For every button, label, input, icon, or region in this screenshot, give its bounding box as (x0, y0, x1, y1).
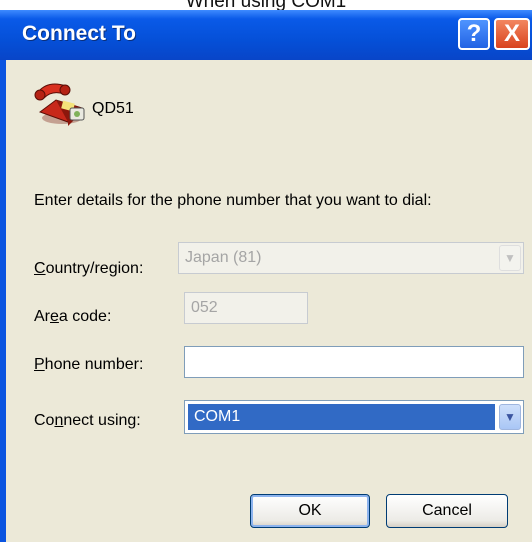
country-region-select[interactable]: Japan (81) ▼ (178, 242, 524, 274)
area-code-label-pre: Ar (34, 308, 50, 325)
connect-using-label-post: nect using: (63, 412, 141, 429)
chevron-down-icon[interactable]: ▼ (499, 404, 521, 430)
connect-using-value: COM1 (188, 404, 495, 430)
country-label-rest: ountry/region: (45, 260, 144, 277)
connect-to-dialog: Connect To ? X QD51 Enter details for th… (0, 10, 532, 542)
country-region-value: Japan (81) (185, 249, 262, 266)
title-bar[interactable]: Connect To ? X (0, 10, 532, 60)
phone-number-label: Phone number: (34, 356, 143, 374)
connect-using-select[interactable]: COM1 ▼ (184, 400, 524, 434)
area-code-label-post: a code: (58, 308, 112, 325)
close-button[interactable]: X (494, 18, 530, 50)
screenshot-caption: When using COM1 (0, 0, 532, 10)
country-hotkey: C (34, 260, 46, 277)
phone-number-hotkey: P (34, 356, 45, 373)
instruction-text: Enter details for the phone number that … (34, 192, 432, 209)
phone-number-input[interactable] (184, 346, 524, 378)
area-code-hotkey: e (50, 308, 59, 325)
help-button[interactable]: ? (458, 18, 490, 50)
help-icon: ? (466, 20, 482, 47)
connect-using-label: Connect using: (34, 412, 141, 430)
window-title: Connect To (22, 22, 136, 45)
cancel-button[interactable]: Cancel (386, 494, 508, 528)
area-code-label: Area code: (34, 308, 111, 326)
phone-number-label-rest: hone number: (44, 356, 144, 373)
connection-name: QD51 (92, 100, 134, 117)
telephone-icon (34, 83, 85, 126)
close-icon: X (503, 20, 520, 47)
country-region-label: Country/region: (34, 260, 143, 278)
connect-using-label-pre: Co (34, 412, 55, 429)
ok-button[interactable]: OK (250, 494, 370, 528)
cancel-button-label: Cancel (422, 502, 472, 519)
area-code-value: 052 (191, 299, 218, 316)
area-code-input[interactable]: 052 (184, 292, 308, 324)
ok-button-label: OK (298, 502, 322, 519)
chevron-down-icon: ▼ (499, 245, 521, 271)
